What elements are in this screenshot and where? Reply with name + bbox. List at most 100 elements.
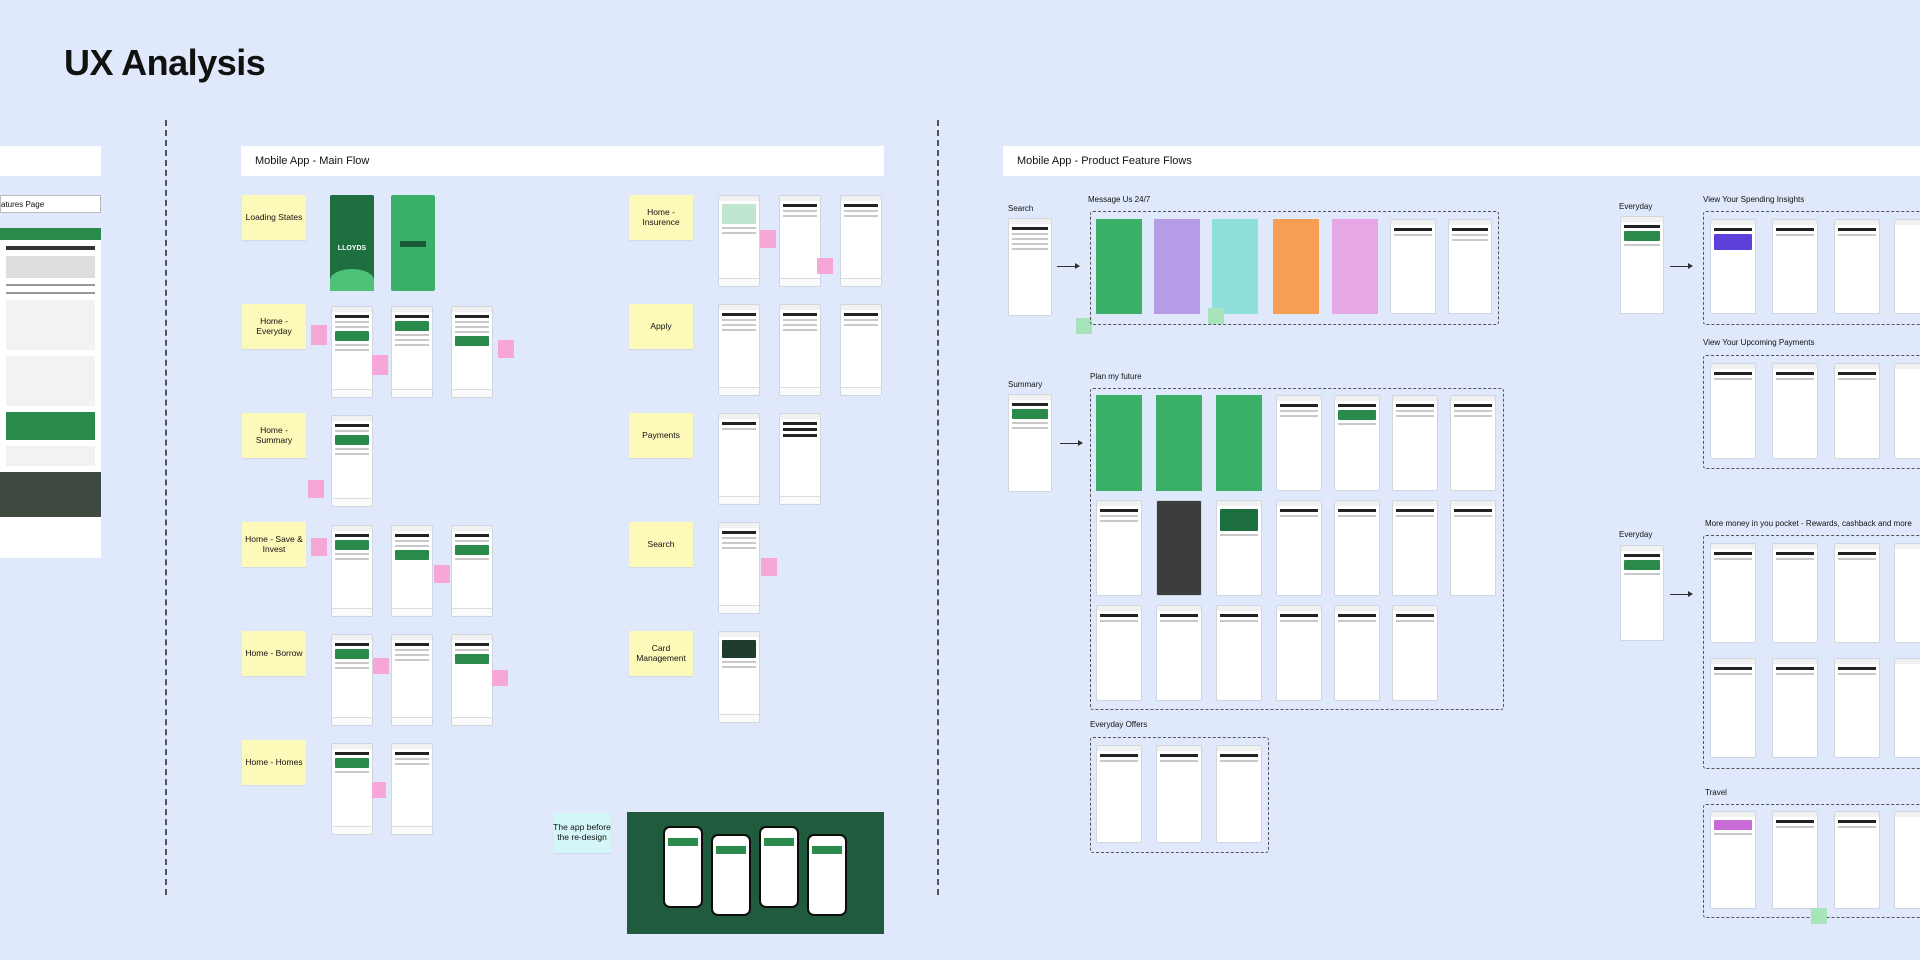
section-header-partial [0,146,101,176]
sticky-note-green [1208,308,1224,324]
flow-label-spending-insights: View Your Spending Insights [1703,195,1805,204]
phone-screen [451,525,493,617]
device-mockup [711,834,751,916]
phone-screen [331,415,373,507]
phone-screen [1710,363,1756,459]
flow-label-message-us: Message Us 24/7 [1088,195,1151,204]
device-mockup [759,826,799,908]
phone-screen [1834,811,1880,909]
flow-arrow [1057,263,1080,269]
phone-screen [1156,605,1202,701]
loading-screen-2 [391,195,435,291]
sticky-home-homes: Home - Homes [242,740,306,785]
phone-screen [1772,219,1818,314]
sticky-payments: Payments [629,413,693,458]
phone-screen [391,743,433,835]
phone-screen [1334,605,1380,701]
phone-screen [1894,543,1920,643]
phone-screen [1156,745,1202,843]
screen-message-4 [1273,219,1319,314]
screen-message-1 [1096,219,1142,314]
sticky-home-everyday: Home - Everyday [242,304,306,349]
phone-screen [331,306,373,398]
sticky-note-pink [498,340,514,358]
flow-label-upcoming-payments: View Your Upcoming Payments [1703,338,1815,347]
sticky-note-pink [311,325,327,345]
phone-screen [391,306,433,398]
phone-screen [331,634,373,726]
sticky-note-pink [434,565,450,583]
sticky-loading-states: Loading States [242,195,306,240]
flow-arrow [1060,440,1083,446]
before-redesign-preview [627,812,884,934]
phone-screen [718,304,760,396]
brand-logo: LLOYDS [337,245,367,252]
sticky-before-redesign: The app before the re-design [553,813,611,853]
flow-label-more-money: More money in you pocket - Rewards, cash… [1705,519,1912,528]
phone-screen [331,743,373,835]
phone-screen [1392,605,1438,701]
phone-screen [1450,395,1496,491]
phone-screen [391,525,433,617]
flow-label-everyday-2: Everyday [1619,530,1653,539]
phone-screen [1834,363,1880,459]
phone-screen [1620,545,1664,641]
flow-label-summary: Summary [1008,380,1043,389]
phone-screen [331,525,373,617]
sticky-card-management: Card Management [629,631,693,676]
phone-screen [1448,219,1492,314]
sticky-note-pink [492,670,508,686]
phone-screen [1008,394,1052,492]
sticky-note-pink [372,355,388,375]
device-mockup [663,826,703,908]
phone-screen [1216,500,1262,596]
phone-screen [1334,500,1380,596]
loading-screen-splash: LLOYDS [330,195,374,291]
phone-screen [391,634,433,726]
phone-screen [1096,605,1142,701]
flow-arrow [1670,263,1693,269]
phone-screen [1710,219,1756,314]
sticky-home-summary: Home - Summary [242,413,306,458]
phone-screen [1392,395,1438,491]
flow-label-search: Search [1008,204,1034,213]
phone-screen [1392,500,1438,596]
sticky-apply: Apply [629,304,693,349]
sticky-note-pink [760,230,776,248]
sticky-home-insurance: Home - Insurence [629,195,693,240]
screen-message-3 [1212,219,1258,314]
phone-screen [718,522,760,614]
phone-screen [1894,219,1920,314]
phone-screen [1390,219,1436,314]
phone-screen [1710,811,1756,909]
phone-screen [1772,363,1818,459]
features-page-label: atures Page [0,195,101,213]
sticky-search: Search [629,522,693,567]
screen-message-2 [1154,219,1200,314]
phone-screen [718,631,760,723]
flow-label-everyday-offers: Everyday Offers [1090,720,1148,729]
section-header-main-flow: Mobile App - Main Flow [241,146,884,176]
sticky-note-pink [308,480,324,498]
divider-left [165,120,167,895]
screen-plan-3 [1216,395,1262,491]
screen-message-5 [1332,219,1378,314]
sticky-note-pink [761,558,777,576]
sticky-home-save-invest: Home - Save & Invest [242,522,306,567]
phone-screen [1276,500,1322,596]
device-mockup [807,834,847,916]
sticky-note-pink [373,658,389,674]
phone-screen [1008,218,1052,316]
phone-screen [1620,216,1664,314]
sticky-home-borrow: Home - Borrow [242,631,306,676]
sticky-note-green [1811,908,1827,924]
phone-screen [1710,543,1756,643]
phone-screen [1834,658,1880,758]
flow-label-plan-future: Plan my future [1090,372,1142,381]
phone-screen [1216,605,1262,701]
features-page-preview [0,228,101,558]
flow-label-travel: Travel [1705,788,1727,797]
phone-screen [1772,811,1818,909]
phone-screen [840,195,882,287]
flow-label-everyday-1: Everyday [1619,202,1653,211]
